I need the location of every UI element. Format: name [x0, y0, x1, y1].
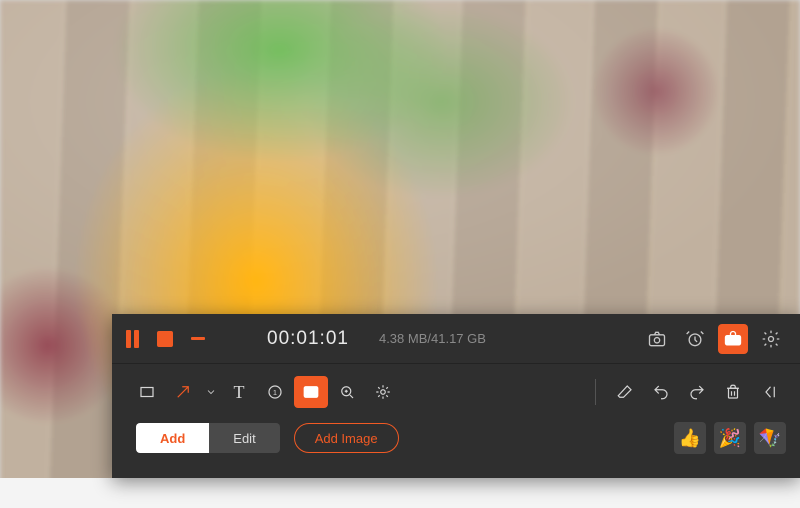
mode-button-row: Add Edit Add Image 👍 🎉 🪁 — [112, 420, 800, 464]
minimize-button[interactable] — [191, 337, 205, 340]
svg-text:1: 1 — [273, 388, 277, 397]
edit-button[interactable]: Edit — [209, 423, 279, 453]
sticker-tray: 👍 🎉 🪁 — [674, 422, 786, 454]
eraser-icon[interactable] — [608, 376, 642, 408]
dropdown-chevron-icon[interactable] — [202, 376, 220, 408]
camera-icon[interactable] — [642, 324, 672, 354]
toolbar-separator — [595, 379, 596, 405]
alarm-clock-icon[interactable] — [680, 324, 710, 354]
pause-button[interactable] — [122, 326, 143, 352]
elapsed-time: 00:01:01 — [267, 328, 349, 350]
add-button[interactable]: Add — [136, 423, 209, 453]
undo-icon[interactable] — [644, 376, 678, 408]
zoom-tool-icon[interactable] — [330, 376, 364, 408]
toolbox-icon[interactable] — [718, 324, 748, 354]
sticker-confetti[interactable]: 🎉 — [714, 422, 746, 454]
recorder-panel: 00:01:01 4.38 MB/41.17 GB T 1 — [112, 314, 800, 478]
storage-usage: 4.38 MB/41.17 GB — [379, 331, 486, 346]
step-number-tool-icon[interactable]: 1 — [258, 376, 292, 408]
page-footer-gap — [0, 478, 800, 508]
recorder-topbar: 00:01:01 4.38 MB/41.17 GB — [112, 314, 800, 364]
sticker-kite[interactable]: 🪁 — [754, 422, 786, 454]
redo-icon[interactable] — [680, 376, 714, 408]
collapse-icon[interactable] — [752, 376, 786, 408]
stop-button[interactable] — [157, 331, 173, 347]
text-tool-icon[interactable]: T — [222, 376, 256, 408]
sticker-thumbs-up[interactable]: 👍 — [674, 422, 706, 454]
add-edit-segment: Add Edit — [136, 423, 280, 453]
arrow-tool-icon[interactable] — [166, 376, 200, 408]
rectangle-tool-icon[interactable] — [130, 376, 164, 408]
add-image-button[interactable]: Add Image — [294, 423, 399, 453]
annotation-toolbar: T 1 — [112, 364, 800, 420]
image-tool-icon[interactable] — [294, 376, 328, 408]
gear-icon[interactable] — [756, 324, 786, 354]
spotlight-tool-icon[interactable] — [366, 376, 400, 408]
trash-icon[interactable] — [716, 376, 750, 408]
